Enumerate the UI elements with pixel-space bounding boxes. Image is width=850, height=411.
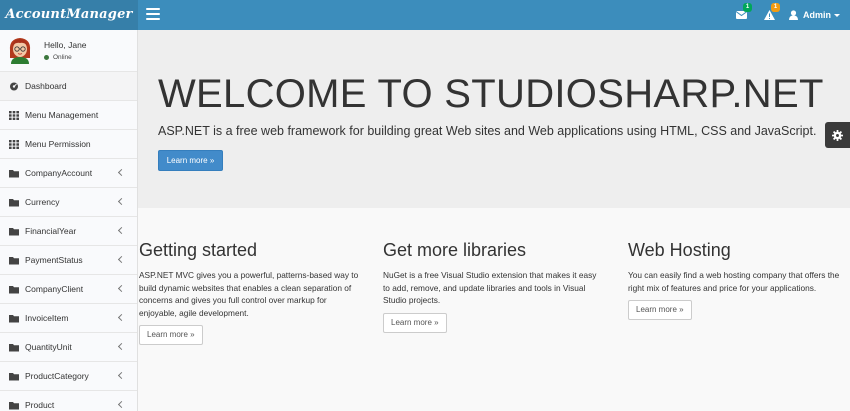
sidebar-item-label: Product <box>25 400 55 410</box>
sidebar: Hello, Jane Online Dashboard Menu Manage… <box>0 30 138 411</box>
navbar-right: 1 1 Admin <box>727 0 840 30</box>
alerts-button[interactable]: 1 <box>755 0 783 30</box>
sidebar-item-label: Menu Management <box>25 110 99 120</box>
user-greeting: Hello, Jane <box>44 40 87 50</box>
chevron-left-icon <box>117 197 126 206</box>
column-web-hosting: Web Hosting You can easily find a web ho… <box>628 240 848 321</box>
chevron-left-icon <box>117 284 126 293</box>
sidebar-item-quantityunit[interactable]: QuantityUnit <box>0 333 137 362</box>
grid-icon <box>9 110 19 120</box>
app-logo[interactable]: AccountManager <box>0 0 138 30</box>
sidebar-item-productcategory[interactable]: ProductCategory <box>0 362 137 391</box>
messages-button[interactable]: 1 <box>727 0 755 30</box>
learn-more-button[interactable]: Learn more » <box>383 312 447 333</box>
user-status-label: Online <box>53 54 72 61</box>
folder-icon <box>9 372 19 380</box>
sidebar-item-paymentstatus[interactable]: PaymentStatus <box>0 246 137 275</box>
sidebar-item-companyclient[interactable]: CompanyClient <box>0 275 137 304</box>
gear-icon <box>832 129 843 141</box>
jumbotron-lead: ASP.NET is a free web framework for buil… <box>158 124 817 138</box>
folder-icon <box>9 401 19 409</box>
sidebar-toggle-icon[interactable] <box>146 8 160 20</box>
learn-more-button[interactable]: Learn more » <box>158 150 223 171</box>
folder-icon <box>9 198 19 206</box>
jumbotron: WELCOME TO STUDIOSHARP.NET ASP.NET is a … <box>138 30 850 208</box>
chevron-left-icon <box>117 226 126 235</box>
sidebar-item-financialyear[interactable]: FinancialYear <box>0 217 137 246</box>
folder-icon <box>9 314 19 322</box>
sidebar-item-label: InvoiceItem <box>25 313 69 323</box>
sidebar-item-label: Menu Permission <box>25 139 91 149</box>
messages-badge: 1 <box>743 3 752 12</box>
column-title: Get more libraries <box>383 240 527 260</box>
column-text: You can easily find a web hosting compan… <box>628 270 840 293</box>
chevron-left-icon <box>117 342 126 351</box>
sidebar-item-label: Dashboard <box>25 81 67 91</box>
main-content: WELCOME TO STUDIOSHARP.NET ASP.NET is a … <box>138 30 850 411</box>
column-getting-started: Getting started ASP.NET MVC gives you a … <box>139 240 359 346</box>
sidebar-item-label: CompanyAccount <box>25 168 93 178</box>
sidebar-item-menu-permission[interactable]: Menu Permission <box>0 130 137 159</box>
chevron-left-icon <box>117 400 126 409</box>
sidebar-item-invoiceitem[interactable]: InvoiceItem <box>0 304 137 333</box>
chevron-left-icon <box>117 371 126 380</box>
folder-icon <box>9 285 19 293</box>
sidebar-item-currency[interactable]: Currency <box>0 188 137 217</box>
sidebar-item-label: FinancialYear <box>25 226 77 236</box>
folder-icon <box>9 227 19 235</box>
sidebar-item-label: CompanyClient <box>25 284 84 294</box>
settings-button[interactable] <box>825 122 850 148</box>
sidebar-item-label: Currency <box>25 197 60 207</box>
column-text: NuGet is a free Visual Studio extension … <box>383 270 597 306</box>
folder-icon <box>9 343 19 351</box>
page-title: WELCOME TO STUDIOSHARP.NET <box>158 72 824 116</box>
sidebar-item-menu-management[interactable]: Menu Management <box>0 101 137 130</box>
grid-icon <box>9 139 19 149</box>
learn-more-button[interactable]: Learn more » <box>628 300 692 321</box>
dashboard-icon <box>10 82 18 90</box>
column-title: Getting started <box>139 240 258 260</box>
sidebar-item-label: PaymentStatus <box>25 255 83 265</box>
sidebar-item-label: QuantityUnit <box>25 342 72 352</box>
sidebar-item-label: ProductCategory <box>25 371 89 381</box>
user-menu[interactable]: Admin <box>789 10 840 20</box>
avatar <box>9 38 31 64</box>
learn-more-button[interactable]: Learn more » <box>139 325 203 346</box>
user-menu-label: Admin <box>803 10 831 20</box>
top-navbar: AccountManager 1 1 Admin <box>0 0 850 30</box>
chevron-left-icon <box>117 168 126 177</box>
chevron-left-icon <box>117 255 126 264</box>
column-get-more-libraries: Get more libraries NuGet is a free Visua… <box>383 240 603 333</box>
sidebar-item-product[interactable]: Product <box>0 391 137 411</box>
caret-down-icon <box>834 13 840 17</box>
folder-icon <box>9 256 19 264</box>
chevron-left-icon <box>117 313 126 322</box>
user-icon <box>789 10 798 20</box>
alerts-badge: 1 <box>771 3 780 12</box>
user-panel: Hello, Jane Online <box>0 30 137 72</box>
sidebar-item-dashboard[interactable]: Dashboard <box>0 72 137 101</box>
user-status: Online <box>44 54 72 61</box>
envelope-icon <box>735 11 747 19</box>
sidebar-item-companyaccount[interactable]: CompanyAccount <box>0 159 137 188</box>
sidebar-menu: Dashboard Menu Management Menu Permissio… <box>0 72 137 411</box>
online-dot-icon <box>44 55 49 60</box>
column-title: Web Hosting <box>628 240 731 260</box>
folder-icon <box>9 169 19 177</box>
column-text: ASP.NET MVC gives you a powerful, patter… <box>139 270 359 318</box>
